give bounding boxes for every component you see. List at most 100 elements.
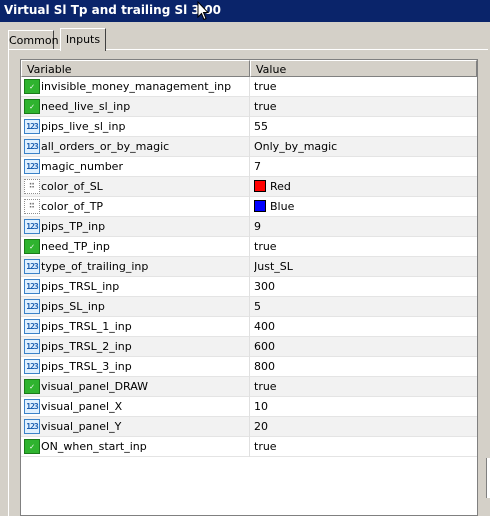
value-cell[interactable]: 7 bbox=[254, 157, 474, 177]
table-row[interactable]: 123 pips_TRSL_inp 300 bbox=[21, 277, 477, 297]
value-text: true bbox=[254, 100, 277, 113]
number-icon: 123 bbox=[24, 319, 40, 334]
variable-cell: ✓ need_live_sl_inp bbox=[21, 97, 250, 117]
value-cell[interactable]: Just_SL bbox=[254, 257, 474, 277]
variable-cell: ✓ visual_panel_DRAW bbox=[21, 377, 250, 397]
column-header-value[interactable]: Value bbox=[250, 60, 477, 77]
table-row[interactable]: 123 type_of_trailing_inp Just_SL bbox=[21, 257, 477, 277]
color-icon: ∷ bbox=[24, 199, 40, 214]
value-text: Red bbox=[270, 180, 291, 193]
color-swatch bbox=[254, 180, 266, 192]
table-row[interactable]: ✓ need_TP_inp true bbox=[21, 237, 477, 257]
number-icon: 123 bbox=[24, 159, 40, 174]
number-icon: 123 bbox=[24, 299, 40, 314]
variable-cell: ✓ invisible_money_management_inp bbox=[21, 77, 250, 97]
table-row[interactable]: 123 magic_number 7 bbox=[21, 157, 477, 177]
variable-name: invisible_money_management_inp bbox=[41, 80, 232, 93]
table-row[interactable]: ✓ invisible_money_management_inp true bbox=[21, 77, 477, 97]
value-text: 55 bbox=[254, 120, 268, 133]
value-text: true bbox=[254, 240, 277, 253]
table-row[interactable]: 123 visual_panel_Y 20 bbox=[21, 417, 477, 437]
variable-name: pips_TRSL_2_inp bbox=[41, 340, 132, 353]
value-text: Only_by_magic bbox=[254, 140, 338, 153]
value-cell[interactable]: true bbox=[254, 437, 474, 457]
value-text: 600 bbox=[254, 340, 275, 353]
value-cell[interactable]: true bbox=[254, 97, 474, 117]
value-cell[interactable]: 9 bbox=[254, 217, 474, 237]
value-cell[interactable]: 400 bbox=[254, 317, 474, 337]
table-row[interactable]: ∷ color_of_TP Blue bbox=[21, 197, 477, 217]
value-text: 7 bbox=[254, 160, 261, 173]
color-icon: ∷ bbox=[24, 179, 40, 194]
variable-name: need_live_sl_inp bbox=[41, 100, 131, 113]
variable-name: ON_when_start_inp bbox=[41, 440, 147, 453]
inputs-grid: Variable Value ✓ invisible_money_manageme… bbox=[20, 59, 478, 516]
variable-cell: 123 visual_panel_Y bbox=[21, 417, 250, 437]
variable-name: all_orders_or_by_magic bbox=[41, 140, 170, 153]
number-icon: 123 bbox=[24, 399, 40, 414]
table-row[interactable]: 123 visual_panel_X 10 bbox=[21, 397, 477, 417]
bool-icon: ✓ bbox=[24, 99, 40, 114]
number-icon: 123 bbox=[24, 219, 40, 234]
value-cell[interactable]: 800 bbox=[254, 357, 474, 377]
variable-cell: 123 pips_SL_inp bbox=[21, 297, 250, 317]
window-title: Virtual Sl Tp and trailing Sl 3.00 bbox=[4, 3, 222, 17]
variable-name: visual_panel_DRAW bbox=[41, 380, 149, 393]
table-row[interactable]: 123 pips_TRSL_2_inp 600 bbox=[21, 337, 477, 357]
variable-cell: 123 type_of_trailing_inp bbox=[21, 257, 250, 277]
value-cell[interactable]: 10 bbox=[254, 397, 474, 417]
value-text: true bbox=[254, 380, 277, 393]
value-cell[interactable]: true bbox=[254, 377, 474, 397]
column-header-variable[interactable]: Variable bbox=[21, 60, 250, 77]
variable-cell: 123 pips_TRSL_2_inp bbox=[21, 337, 250, 357]
value-text: 20 bbox=[254, 420, 268, 433]
value-text: 5 bbox=[254, 300, 261, 313]
variable-name: color_of_TP bbox=[41, 200, 104, 213]
value-text: Just_SL bbox=[254, 260, 293, 273]
variable-name: type_of_trailing_inp bbox=[41, 260, 149, 273]
number-icon: 123 bbox=[24, 419, 40, 434]
variable-name: pips_TRSL_1_inp bbox=[41, 320, 132, 333]
table-row[interactable]: 123 pips_live_sl_inp 55 bbox=[21, 117, 477, 137]
table-row[interactable]: ✓ ON_when_start_inp true bbox=[21, 437, 477, 457]
variable-cell: 123 pips_live_sl_inp bbox=[21, 117, 250, 137]
value-cell[interactable]: true bbox=[254, 237, 474, 257]
color-swatch bbox=[254, 200, 266, 212]
value-cell[interactable]: 55 bbox=[254, 117, 474, 137]
bool-icon: ✓ bbox=[24, 239, 40, 254]
bool-icon: ✓ bbox=[24, 379, 40, 394]
grid-rows: ✓ invisible_money_management_inp true ✓ need… bbox=[21, 77, 477, 457]
table-row[interactable]: 123 pips_TRSL_3_inp 800 bbox=[21, 357, 477, 377]
table-row[interactable]: 123 pips_TRSL_1_inp 400 bbox=[21, 317, 477, 337]
value-cell[interactable]: Blue bbox=[254, 197, 474, 217]
value-cell[interactable]: 20 bbox=[254, 417, 474, 437]
value-cell[interactable]: Red bbox=[254, 177, 474, 197]
table-row[interactable]: ∷ color_of_SL Red bbox=[21, 177, 477, 197]
value-cell[interactable]: 5 bbox=[254, 297, 474, 317]
bool-icon: ✓ bbox=[24, 439, 40, 454]
value-cell[interactable]: 300 bbox=[254, 277, 474, 297]
table-row[interactable]: ✓ visual_panel_DRAW true bbox=[21, 377, 477, 397]
value-cell[interactable]: Only_by_magic bbox=[254, 137, 474, 157]
table-row[interactable]: 123 all_orders_or_by_magic Only_by_magic bbox=[21, 137, 477, 157]
value-cell[interactable]: true bbox=[254, 77, 474, 97]
variable-name: visual_panel_X bbox=[41, 400, 123, 413]
variable-cell: 123 pips_TRSL_1_inp bbox=[21, 317, 250, 337]
value-text: 800 bbox=[254, 360, 275, 373]
variable-name: pips_TP_inp bbox=[41, 220, 106, 233]
number-icon: 123 bbox=[24, 359, 40, 374]
value-text: 300 bbox=[254, 280, 275, 293]
table-row[interactable]: ✓ need_live_sl_inp true bbox=[21, 97, 477, 117]
variable-cell: 123 visual_panel_X bbox=[21, 397, 250, 417]
variable-name: need_TP_inp bbox=[41, 240, 110, 253]
tab-inputs[interactable]: Inputs bbox=[60, 28, 106, 51]
table-row[interactable]: 123 pips_TP_inp 9 bbox=[21, 217, 477, 237]
title-bar[interactable]: Virtual Sl Tp and trailing Sl 3.00 bbox=[0, 0, 490, 22]
tab-common[interactable]: Common bbox=[8, 30, 59, 50]
variable-cell: 123 all_orders_or_by_magic bbox=[21, 137, 250, 157]
value-cell[interactable]: 600 bbox=[254, 337, 474, 357]
variable-cell: 123 pips_TRSL_inp bbox=[21, 277, 250, 297]
table-row[interactable]: 123 pips_SL_inp 5 bbox=[21, 297, 477, 317]
number-icon: 123 bbox=[24, 259, 40, 274]
variable-cell: ✓ ON_when_start_inp bbox=[21, 437, 250, 457]
